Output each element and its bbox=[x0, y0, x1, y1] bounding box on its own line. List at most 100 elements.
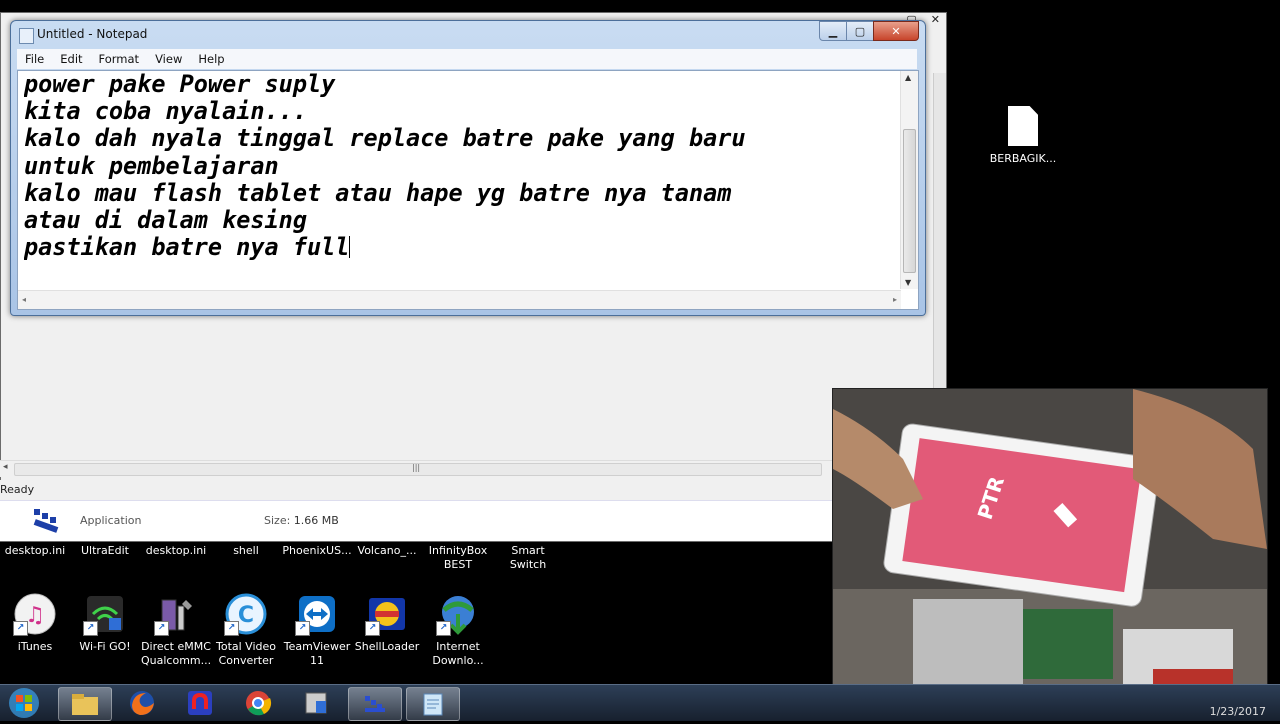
close-button[interactable]: ✕ bbox=[873, 21, 919, 41]
desktop-item-label[interactable]: UltraEdit bbox=[70, 544, 140, 558]
webcam-overlay: PTR bbox=[832, 388, 1268, 714]
text-line: atau di dalam kesing bbox=[24, 206, 307, 235]
minimize-button[interactable]: ▁ bbox=[819, 21, 847, 41]
text-area[interactable]: power pake Power suply kita coba nyalain.… bbox=[24, 71, 894, 289]
desktop-icon-teamviewer[interactable]: ↗ TeamViewer 11 bbox=[282, 592, 352, 668]
wifi-go-icon: ↗ bbox=[83, 592, 127, 636]
desktop-file-berbagik[interactable]: BERBAGIK... bbox=[988, 106, 1058, 165]
desktop-icon-wifi-go[interactable]: ↗ Wi-Fi GO! bbox=[70, 592, 140, 654]
shortcut-arrow-icon: ↗ bbox=[224, 621, 239, 636]
svg-text:♫: ♫ bbox=[25, 603, 45, 628]
magnet-icon bbox=[188, 691, 212, 715]
desktop-item-label[interactable]: Smart Switch bbox=[493, 544, 563, 572]
scroll-grip-icon: ||| bbox=[412, 463, 421, 472]
text-line: kita coba nyalain... bbox=[24, 97, 307, 126]
direct-emmc-icon: ↗ bbox=[154, 592, 198, 636]
file-size-label: Size: bbox=[264, 514, 291, 527]
folder-icon bbox=[72, 694, 98, 715]
taskbar-loader-app[interactable] bbox=[348, 687, 402, 721]
shortcut-arrow-icon: ↗ bbox=[365, 621, 380, 636]
text-line-with-caret: pastikan batre nya full bbox=[24, 234, 894, 261]
file-size-value: 1.66 MB bbox=[293, 514, 339, 527]
menu-view[interactable]: View bbox=[147, 52, 190, 66]
desktop-item-label[interactable]: desktop.ini bbox=[141, 544, 211, 558]
details-pane: Application Size: 1.66 MB bbox=[0, 500, 832, 541]
application-icon bbox=[33, 509, 59, 533]
menu-bar: File Edit Format View Help bbox=[17, 49, 917, 69]
teamviewer-icon: ↗ bbox=[295, 592, 339, 636]
desktop-icon-label: Wi-Fi GO! bbox=[79, 640, 131, 653]
taskbar-firefox[interactable] bbox=[116, 687, 168, 719]
desktop-icon-label: Direct eMMC Qualcomm... bbox=[141, 640, 212, 667]
total-video-converter-icon: C ↗ bbox=[224, 592, 268, 636]
shortcut-arrow-icon: ↗ bbox=[154, 621, 169, 636]
desktop-label-row: desktop.ini UltraEdit desktop.ini shell … bbox=[0, 542, 820, 578]
desktop-icon-shellloader[interactable]: ↗ ShellLoader bbox=[352, 592, 422, 654]
desktop-icon-internet-download-manager[interactable]: ↗ Internet Downlo... bbox=[423, 592, 493, 668]
menu-format[interactable]: Format bbox=[91, 52, 148, 66]
desktop-icon-itunes[interactable]: ♫ ↗ iTunes bbox=[0, 592, 70, 654]
status-bar: Ready bbox=[0, 480, 832, 500]
desktop-icon-direct-emmc[interactable]: ↗ Direct eMMC Qualcomm... bbox=[141, 592, 211, 668]
scroll-left-icon[interactable]: ◂ bbox=[3, 462, 8, 472]
svg-text:C: C bbox=[238, 603, 254, 628]
desktop-item-label[interactable]: Volcano_... bbox=[352, 544, 422, 558]
text-line: kalo dah nyala tinggal replace batre pak… bbox=[24, 124, 746, 153]
desktop-icon-label: iTunes bbox=[17, 640, 53, 653]
text-line: power pake Power suply bbox=[24, 71, 336, 98]
loader-icon bbox=[365, 696, 385, 712]
document-icon bbox=[1008, 106, 1038, 146]
windows-logo-icon bbox=[9, 688, 39, 718]
vertical-scrollbar[interactable]: ▲ ▼ bbox=[900, 71, 918, 289]
itunes-icon: ♫ ↗ bbox=[13, 592, 57, 636]
desktop-item-label[interactable]: desktop.ini bbox=[0, 544, 70, 558]
clock-date[interactable]: 1/23/2017 bbox=[1210, 705, 1266, 718]
desktop-item-label[interactable]: shell bbox=[211, 544, 281, 558]
desktop-icon-label: Total Video Converter bbox=[215, 640, 276, 667]
maximize-button[interactable]: ▢ bbox=[846, 21, 874, 41]
scroll-thumb[interactable] bbox=[903, 129, 916, 273]
shortcut-arrow-icon: ↗ bbox=[83, 621, 98, 636]
background-window-scrollbar[interactable] bbox=[933, 73, 946, 403]
firefox-icon bbox=[130, 691, 154, 715]
desktop-item-label[interactable]: PhoenixUS... bbox=[282, 544, 352, 558]
text-line: kalo mau flash tablet atau hape yg batre… bbox=[24, 178, 732, 207]
scroll-down-icon[interactable]: ▼ bbox=[905, 278, 911, 287]
desktop-icon-row: ♫ ↗ iTunes ↗ Wi-Fi GO! ↗ Direct eMMC Qua… bbox=[0, 592, 520, 678]
horizontal-scrollbar[interactable]: ◂ ▸ bbox=[18, 290, 901, 309]
close-icon: ✕ bbox=[891, 24, 901, 38]
close-icon[interactable]: ✕ bbox=[931, 13, 940, 27]
text-line: pastikan batre nya full bbox=[24, 233, 350, 262]
taskbar-chrome[interactable] bbox=[232, 687, 284, 719]
desktop-file-label: BERBAGIK... bbox=[989, 152, 1057, 165]
start-button[interactable] bbox=[4, 686, 44, 720]
scroll-up-icon[interactable]: ▲ bbox=[905, 73, 911, 82]
text-editor[interactable]: power pake Power suply kita coba nyalain.… bbox=[17, 70, 919, 310]
minimize-icon: ▁ bbox=[828, 24, 838, 38]
shortcut-arrow-icon: ↗ bbox=[436, 621, 451, 636]
scroll-left-icon[interactable]: ◂ bbox=[22, 295, 26, 304]
taskbar-magnet-app[interactable] bbox=[174, 687, 226, 719]
menu-help[interactable]: Help bbox=[190, 52, 232, 66]
notepad-window[interactable]: Untitled - Notepad ▁ ▢ ✕ File Edit Forma… bbox=[10, 20, 926, 316]
notepad-icon bbox=[19, 28, 34, 44]
status-text: Ready bbox=[0, 483, 35, 496]
app-shield-icon bbox=[305, 692, 327, 714]
background-horizontal-scrollbar[interactable]: ◂ ||| bbox=[0, 460, 832, 477]
desktop-item-label[interactable]: InfinityBox BEST bbox=[423, 544, 493, 572]
webcam-image: PTR bbox=[833, 389, 1267, 713]
scroll-right-icon[interactable]: ▸ bbox=[893, 295, 897, 304]
chrome-icon bbox=[246, 691, 272, 716]
desktop-icon-label: ShellLoader bbox=[354, 640, 420, 653]
internet-download-manager-icon: ↗ bbox=[436, 592, 480, 636]
menu-file[interactable]: File bbox=[17, 52, 52, 66]
menu-edit[interactable]: Edit bbox=[52, 52, 90, 66]
taskbar: 1/23/2017 bbox=[0, 684, 1280, 721]
taskbar-explorer[interactable] bbox=[58, 687, 112, 721]
window-title: Untitled - Notepad bbox=[37, 27, 148, 41]
taskbar-app[interactable] bbox=[290, 687, 342, 719]
taskbar-notepad[interactable] bbox=[406, 687, 460, 721]
desktop-icon-label: Internet Downlo... bbox=[432, 640, 484, 667]
desktop-icon-total-video-converter[interactable]: C ↗ Total Video Converter bbox=[211, 592, 281, 668]
window-controls: ▁ ▢ ✕ bbox=[819, 21, 919, 41]
